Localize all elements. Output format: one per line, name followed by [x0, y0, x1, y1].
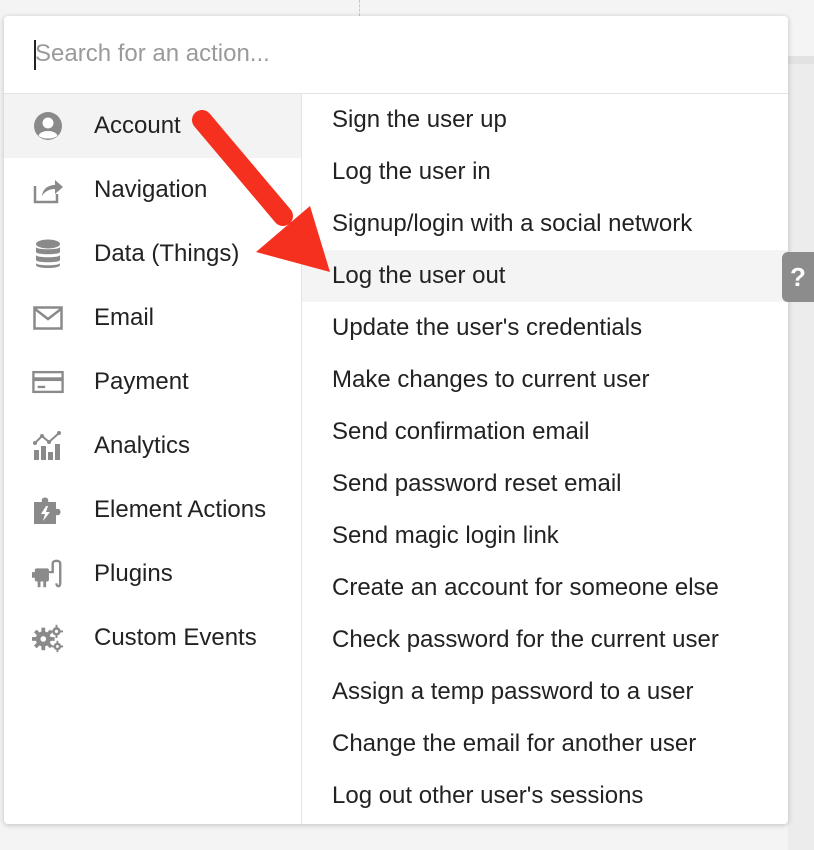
gears-icon [32, 623, 64, 653]
action-item[interactable]: Sign the user up [302, 94, 788, 146]
action-item[interactable]: Send password reset email [302, 458, 788, 510]
background-panel [788, 64, 814, 850]
category-label: Plugins [94, 560, 173, 587]
category-email[interactable]: Email [4, 286, 301, 350]
action-item[interactable]: Update the user's credentials [302, 302, 788, 354]
category-navigation[interactable]: Navigation [4, 158, 301, 222]
action-label: Assign a temp password to a user [332, 678, 694, 705]
help-label: ? [790, 261, 806, 292]
action-label: Change the email for another user [332, 730, 697, 757]
search-input[interactable] [35, 34, 755, 74]
help-tab[interactable]: ? [782, 252, 814, 302]
category-data-things[interactable]: Data (Things) [4, 222, 301, 286]
action-label: Check password for the current user [332, 626, 719, 653]
action-label: Make changes to current user [332, 366, 650, 393]
action-label: Signup/login with a social network [332, 210, 693, 237]
action-label: Send confirmation email [332, 418, 590, 445]
action-item[interactable]: Send confirmation email [302, 406, 788, 458]
canvas-guide [359, 0, 360, 16]
action-label: Log the user out [332, 262, 506, 289]
puzzle-bolt-icon [32, 495, 64, 525]
plug-icon [32, 559, 64, 589]
category-label: Payment [94, 368, 189, 395]
category-custom-events[interactable]: Custom Events [4, 606, 301, 670]
action-label: Log out other user's sessions [332, 782, 644, 809]
search-bar [4, 16, 788, 94]
envelope-icon [32, 303, 64, 333]
background-toolbar [788, 56, 814, 64]
share-icon [32, 175, 64, 205]
category-label: Custom Events [94, 624, 257, 651]
category-label: Data (Things) [94, 240, 240, 267]
analytics-chart-icon [32, 431, 64, 461]
action-item[interactable]: Send magic login link [302, 510, 788, 562]
action-label: Send magic login link [332, 522, 559, 549]
database-icon [32, 239, 64, 269]
action-item[interactable]: Assign a temp password to a user [302, 666, 788, 718]
category-label: Account [94, 112, 181, 139]
action-item[interactable]: Log the user in [302, 146, 788, 198]
action-label: Create an account for someone else [332, 574, 719, 601]
credit-card-icon [32, 367, 64, 397]
action-item[interactable]: Check password for the current user [302, 614, 788, 666]
action-item-log-out[interactable]: Log the user out [302, 250, 788, 302]
category-label: Analytics [94, 432, 191, 459]
user-circle-icon [32, 111, 64, 141]
action-item[interactable]: Signup/login with a social network [302, 198, 788, 250]
action-item[interactable]: Create an account for someone else [302, 562, 788, 614]
category-label: Element Actions [94, 496, 267, 523]
action-item[interactable]: Make changes to current user [302, 354, 788, 406]
category-account[interactable]: Account [4, 94, 301, 158]
category-label: Email [94, 304, 155, 331]
action-label: Send password reset email [332, 470, 622, 497]
action-item[interactable]: Change the email for another user [302, 718, 788, 770]
action-label: Sign the user up [332, 106, 507, 133]
action-item[interactable]: Log out other user's sessions [302, 770, 788, 822]
category-list: Account Navigation Data (Things) Email P… [4, 94, 302, 824]
action-picker-popup: Account Navigation Data (Things) Email P… [4, 16, 788, 824]
category-plugins[interactable]: Plugins [4, 542, 301, 606]
category-label: Navigation [94, 176, 208, 203]
action-label: Update the user's credentials [332, 314, 643, 341]
action-label: Log the user in [332, 158, 491, 185]
action-list: Sign the user up Log the user in Signup/… [302, 94, 788, 824]
category-element-actions[interactable]: Element Actions [4, 478, 301, 542]
category-analytics[interactable]: Analytics [4, 414, 301, 478]
category-payment[interactable]: Payment [4, 350, 301, 414]
